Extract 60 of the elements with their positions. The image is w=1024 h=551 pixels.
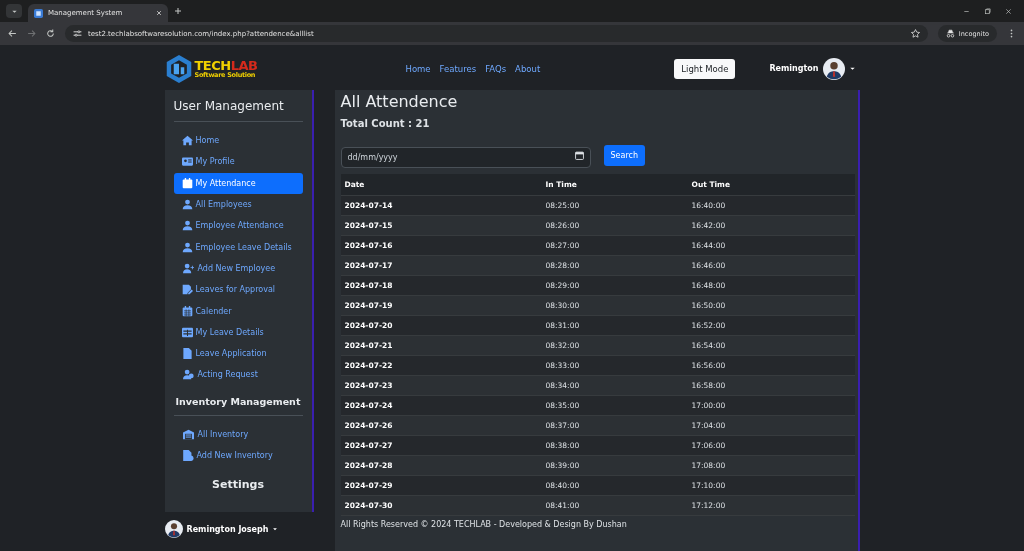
document-icon — [181, 348, 193, 360]
incognito-icon — [945, 29, 955, 38]
close-icon — [156, 10, 162, 16]
back-icon — [8, 29, 17, 38]
avatar — [822, 57, 845, 80]
date-field[interactable]: dd/mm/yyyy — [340, 147, 591, 168]
logo-icon — [164, 53, 193, 84]
calendar-icon — [181, 177, 193, 189]
sidebar-item[interactable]: Leaves for Approval — [173, 279, 303, 301]
home-icon — [181, 135, 193, 147]
table-icon — [181, 326, 193, 338]
sidebar-item[interactable]: Add New Inventory — [173, 444, 303, 467]
person-icon — [181, 241, 193, 253]
total-count: Total Count : 21 — [340, 118, 431, 129]
person-icon — [181, 199, 193, 211]
sidebar-item[interactable]: Employee Attendance — [173, 215, 303, 237]
sidebar-item[interactable]: Leave Application — [173, 342, 303, 365]
id-card-icon — [181, 156, 193, 168]
avatar — [164, 520, 183, 538]
section-heading: User Management — [173, 98, 303, 122]
reload-icon — [46, 29, 55, 38]
nav-link[interactable]: About — [515, 63, 541, 74]
sidebar-item[interactable]: Add New Employee — [173, 257, 303, 280]
sidebar-item[interactable]: Home — [173, 130, 303, 152]
tab-search-button[interactable] — [6, 4, 22, 18]
nav-link[interactable]: Features — [439, 63, 477, 74]
sidebar-item[interactable]: All Employees — [173, 193, 303, 216]
document-pen-icon — [181, 284, 193, 296]
footer-text: All Rights Reserved © 2024 TECHLAB - Developed & Design By Dushan — [340, 520, 628, 529]
sidebar-item[interactable]: Employee Leave Details — [173, 236, 303, 258]
warehouse-icon — [181, 428, 195, 440]
star-icon — [910, 29, 920, 38]
search-button[interactable]: Search — [603, 145, 645, 166]
page-icon — [34, 8, 43, 18]
people-icon — [181, 369, 195, 381]
caret-down-icon — [272, 526, 279, 532]
forward-icon — [27, 29, 36, 38]
person-plus-icon — [181, 262, 195, 274]
calendar-icon — [574, 151, 584, 160]
sidebar-item[interactable]: All Inventory — [173, 423, 303, 445]
section-heading: Settings — [211, 477, 265, 494]
site-settings-icon — [73, 29, 82, 38]
caret-down-icon — [848, 65, 856, 72]
nav-link[interactable]: FAQs — [485, 63, 507, 74]
person-icon — [181, 220, 193, 232]
sidebar-item[interactable]: My Attendance — [173, 172, 303, 194]
calendar-icon — [181, 305, 193, 317]
restore-icon — [984, 7, 991, 15]
page-title: All Attendence — [340, 92, 459, 111]
nav-link[interactable]: Home — [405, 63, 431, 74]
sidebar-item[interactable]: My Profile — [173, 151, 303, 173]
close-icon — [1005, 7, 1012, 15]
user-menu[interactable]: Remington Joseph — [164, 512, 314, 538]
light-mode-button[interactable]: Light Mode — [674, 58, 736, 79]
section-heading: Inventory Management — [173, 385, 303, 416]
sidebar-item[interactable]: Calender — [173, 300, 303, 322]
user-menu[interactable]: Remington — [769, 57, 856, 80]
sidebar-item[interactable]: My Leave Details — [173, 321, 303, 343]
plus-icon — [174, 7, 182, 15]
sidebar-item[interactable]: Acting Request — [173, 364, 303, 386]
